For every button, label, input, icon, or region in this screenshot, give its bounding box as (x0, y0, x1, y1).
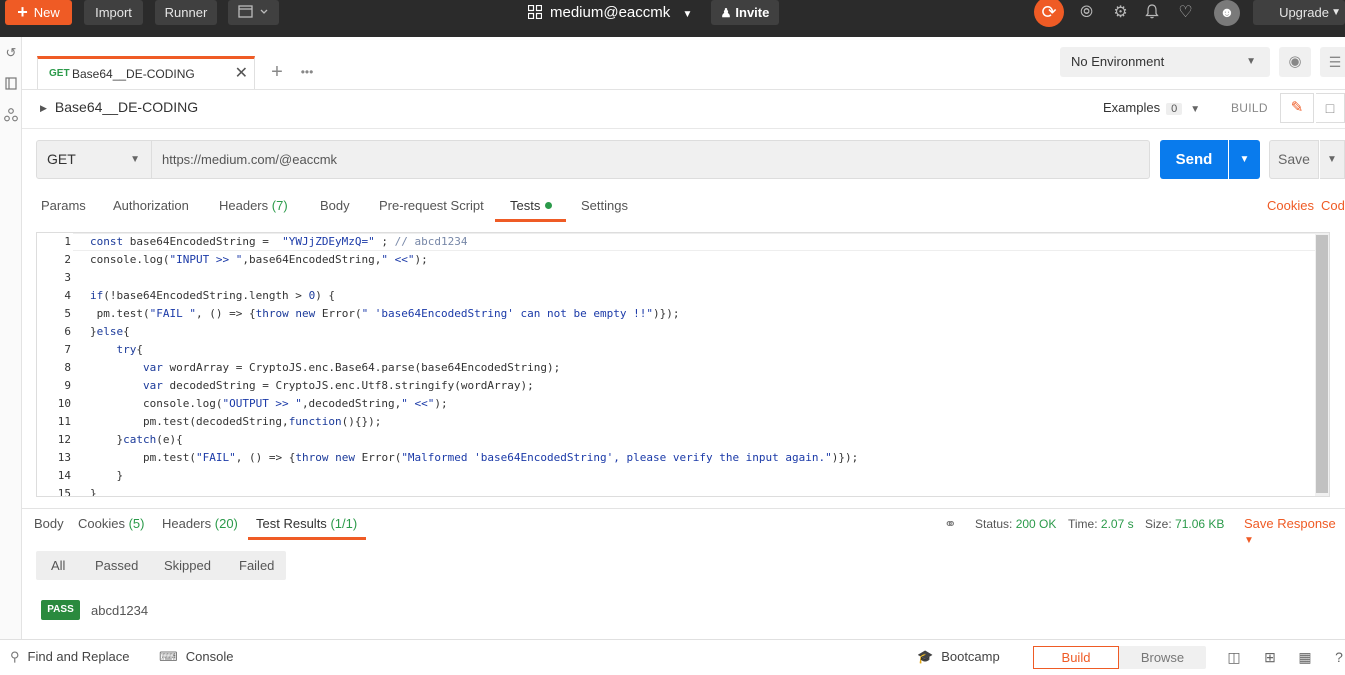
tab-params[interactable]: Params (41, 198, 86, 213)
divider (22, 89, 1345, 90)
graduation-cap-icon: 🎓 (917, 649, 934, 664)
active-tab-indicator (248, 537, 366, 540)
chevron-down-icon: ▼ (1190, 104, 1201, 115)
satellite-icon[interactable]: ⦾ (1074, 0, 1099, 25)
test-result-name: abcd1234 (91, 603, 149, 618)
console-button[interactable]: ⌨ Console (159, 649, 233, 665)
request-title[interactable]: ▶ Base64__DE-CODING (40, 99, 198, 115)
filter-skipped[interactable]: Skipped (164, 558, 211, 573)
invite-button[interactable]: ♟ Invite (711, 0, 779, 25)
pencil-icon[interactable]: ✎ (1280, 93, 1314, 123)
console-icon: ⌨ (159, 649, 178, 664)
avatar[interactable]: ☻ (1214, 0, 1240, 26)
eye-icon[interactable]: ◉ (1279, 47, 1311, 77)
layout-menu-button[interactable] (228, 0, 279, 25)
cookies-link[interactable]: Cookies (1267, 198, 1314, 213)
browse-mode-button[interactable]: Browse (1119, 646, 1206, 669)
upgrade-button[interactable]: Upgrade ▼ (1253, 0, 1345, 25)
chevron-down-icon: ▼ (1244, 535, 1254, 546)
code-link[interactable]: Code (1321, 198, 1345, 213)
tab-name: Base64__DE-CODING (72, 67, 195, 81)
filter-passed[interactable]: Passed (95, 558, 138, 573)
import-button[interactable]: Import (84, 0, 143, 25)
chevron-down-icon: ▼ (682, 9, 693, 20)
search-icon: ⚲ (10, 649, 20, 664)
mode-toggle: Build Browse (1033, 646, 1206, 669)
comment-icon[interactable]: □ (1316, 93, 1345, 123)
heart-icon[interactable]: ♡ (1173, 0, 1198, 25)
examples-count: 0 (1166, 103, 1183, 115)
collections-icon[interactable] (2, 77, 20, 95)
more-tabs-icon[interactable]: ••• (293, 58, 321, 86)
left-rail: ↺ (0, 37, 22, 641)
scrollbar-thumb[interactable] (1316, 235, 1328, 493)
status-bar: ⚲ Find and Replace ⌨ Console 🎓 Bootcamp Bui… (0, 639, 1345, 675)
test-script-editor[interactable]: 1 const base64EncodedString = "YWJjZDEyMz… (36, 232, 1330, 497)
apis-icon[interactable] (2, 108, 20, 126)
tab-test-results[interactable]: Test Results (1/1) (256, 516, 357, 531)
editor-scrollbar[interactable] (1315, 233, 1329, 496)
status-badge: PASS (41, 600, 80, 620)
chevron-down-icon: ▼ (1246, 56, 1256, 67)
environment-select[interactable]: No Environment ▼ (1060, 47, 1270, 77)
divider (22, 508, 1345, 509)
active-tab-indicator (495, 219, 566, 222)
sync-icon[interactable]: ⟳ (1034, 0, 1064, 27)
status-dot-icon (545, 202, 553, 209)
filter-failed[interactable]: Failed (239, 558, 274, 573)
divider (22, 128, 1345, 129)
close-icon[interactable]: ✕ (235, 63, 248, 83)
runner-button[interactable]: Runner (155, 0, 217, 25)
add-user-icon: ♟ (720, 6, 732, 20)
request-tab[interactable]: GET Base64__DE-CODING ✕ (37, 56, 255, 90)
tab-response-headers[interactable]: Headers (20) (162, 516, 238, 531)
bell-icon[interactable] (1139, 0, 1164, 25)
tab-tests[interactable]: Tests (510, 198, 553, 213)
expand-arrow-icon[interactable]: ▶ (40, 103, 47, 113)
find-replace-button[interactable]: ⚲ Find and Replace (10, 649, 129, 665)
chevron-down-icon: ▼ (1331, 7, 1341, 18)
test-filter-bar: All Passed Skipped Failed (36, 551, 286, 580)
plus-icon: + (17, 2, 28, 22)
tab-pre-request-script[interactable]: Pre-request Script (379, 198, 484, 213)
grid-icon (528, 5, 542, 19)
tab-authorization[interactable]: Authorization (113, 198, 189, 213)
build-label: BUILD (1231, 101, 1268, 115)
filter-all[interactable]: All (51, 558, 65, 573)
history-icon[interactable]: ↺ (2, 45, 20, 63)
top-bar: + New Import Runner medium@eaccmk ▼ ♟ Invi… (0, 0, 1345, 37)
url-input[interactable]: https://medium.com/@eaccmk (151, 140, 1150, 179)
tab-response-cookies[interactable]: Cookies (5) (78, 516, 144, 531)
time-readout: Time: 2.07 s (1068, 517, 1134, 531)
gear-icon[interactable]: ⚙ (1108, 0, 1133, 25)
bootcamp-button[interactable]: 🎓 Bootcamp (917, 649, 1000, 665)
help-icon[interactable]: ? (1330, 649, 1345, 665)
build-mode-button[interactable]: Build (1033, 646, 1119, 669)
two-pane-icon[interactable]: ◫ (1225, 649, 1243, 665)
settings-sliders-icon[interactable]: ☰ (1320, 47, 1345, 77)
send-options-button[interactable]: ▼ (1229, 140, 1260, 179)
tab-settings[interactable]: Settings (581, 198, 628, 213)
globe-icon[interactable]: ⚭ (944, 515, 957, 533)
workspace-switcher[interactable]: medium@eaccmk ▼ (528, 0, 692, 25)
save-options-button[interactable]: ▼ (1320, 140, 1345, 179)
new-button[interactable]: + New (5, 0, 72, 25)
status-readout: Status: 200 OK (975, 517, 1057, 531)
keyboard-icon[interactable]: ▦ (1296, 649, 1314, 665)
method-select[interactable]: GET ▼ (36, 140, 152, 179)
tab-method: GET (49, 68, 70, 79)
chevron-down-icon: ▼ (130, 154, 140, 165)
save-response-button[interactable]: Save Response ▼ (1244, 516, 1345, 546)
tab-response-body[interactable]: Body (34, 516, 64, 531)
size-readout: Size: 71.06 KB (1145, 517, 1225, 531)
new-tab-button[interactable]: + (263, 58, 291, 86)
grid-layout-icon[interactable]: ⊞ (1261, 649, 1279, 665)
send-button[interactable]: Send (1160, 140, 1228, 179)
tab-headers[interactable]: Headers (7) (219, 198, 288, 213)
window-layout-icon (237, 5, 267, 18)
tab-body[interactable]: Body (320, 198, 350, 213)
examples-dropdown[interactable]: Examples 0 ▼ (1103, 100, 1200, 115)
save-button[interactable]: Save (1269, 140, 1319, 179)
